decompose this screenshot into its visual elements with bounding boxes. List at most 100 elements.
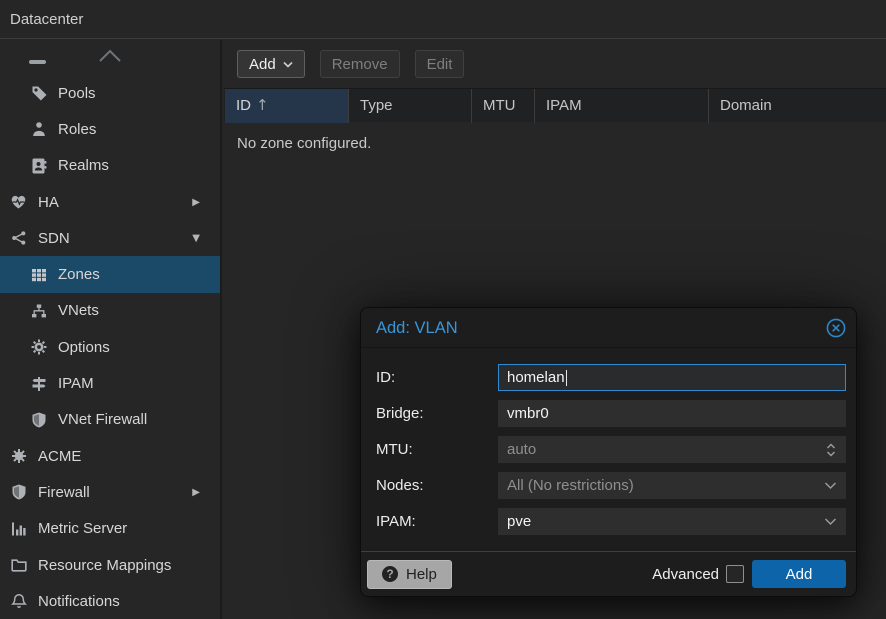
sidebar-item-label: ACME <box>38 448 81 465</box>
page-title: Datacenter <box>10 11 83 28</box>
dialog-body: ID: homelan Bridge: vmbr0 MTU: auto Node… <box>376 348 846 535</box>
remove-button[interactable]: Remove <box>320 50 400 78</box>
sidebar-item-label: HA <box>38 194 59 211</box>
bell-icon <box>10 593 27 610</box>
sidebar-item-resource-mappings[interactable]: Resource Mappings <box>0 547 220 583</box>
form-row-bridge: Bridge: vmbr0 <box>376 400 846 427</box>
sidebar-item-label: Zones <box>58 266 100 283</box>
edit-button[interactable]: Edit <box>415 50 465 78</box>
help-button[interactable]: ? Help <box>367 560 452 589</box>
edit-button-label: Edit <box>427 56 453 73</box>
column-label: IPAM <box>546 97 582 114</box>
spinner-up-down-icon[interactable] <box>825 442 837 458</box>
sidebar-item-label: Pools <box>58 85 96 102</box>
chevron-down-icon <box>283 61 293 68</box>
text-cursor <box>566 370 567 386</box>
sidebar-item-ipam[interactable]: IPAM <box>0 365 220 401</box>
sidebar-item-roles[interactable]: Roles <box>0 111 220 147</box>
chevron-right-icon[interactable]: ▶ <box>192 487 200 498</box>
map-signs-icon <box>30 375 47 392</box>
add-button[interactable]: Add <box>237 50 305 78</box>
shield-icon <box>10 484 27 501</box>
sidebar-item-label: Metric Server <box>38 520 127 537</box>
help-button-label: Help <box>406 566 437 583</box>
chevron-down-icon[interactable] <box>824 517 837 526</box>
column-header-ipam[interactable]: IPAM <box>535 89 709 123</box>
address-book-icon <box>30 157 47 174</box>
sidebar-item-vnet-firewall[interactable]: VNet Firewall <box>0 402 220 438</box>
advanced-checkbox[interactable] <box>726 565 744 583</box>
sidebar-item-zones[interactable]: Zones <box>0 256 220 292</box>
sidebar-item-label: SDN <box>38 230 70 247</box>
remove-button-label: Remove <box>332 56 388 73</box>
share-nodes-icon <box>10 230 27 247</box>
column-label: Type <box>360 97 393 114</box>
panel-header: Datacenter <box>0 0 886 39</box>
ipam-select[interactable]: pve <box>498 508 846 535</box>
bridge-field-label: Bridge: <box>376 405 498 422</box>
sidebar-item-options[interactable]: Options <box>0 329 220 365</box>
form-row-ipam: IPAM: pve <box>376 508 846 535</box>
ipam-field-label: IPAM: <box>376 513 498 530</box>
column-header-domain[interactable]: Domain <box>709 89 886 123</box>
form-row-mtu: MTU: auto <box>376 436 846 463</box>
sidebar-item-vnets[interactable]: VNets <box>0 293 220 329</box>
sort-asc-icon: ↑ <box>256 96 269 114</box>
chevron-down-icon[interactable] <box>824 481 837 490</box>
close-icon[interactable] <box>826 318 846 338</box>
nodes-select[interactable]: All (No restrictions) <box>498 472 846 499</box>
sidebar-item-realms[interactable]: Realms <box>0 148 220 184</box>
user-icon <box>30 121 47 138</box>
dialog-add-button[interactable]: Add <box>752 560 846 588</box>
heartbeat-icon <box>10 194 27 211</box>
nodes-field-label: Nodes: <box>376 477 498 494</box>
sidebar-item-sdn[interactable]: SDN ▼ <box>0 220 220 256</box>
sidebar-item-metric-server[interactable]: Metric Server <box>0 511 220 547</box>
mtu-spinner[interactable]: auto <box>498 436 846 463</box>
add-vlan-dialog: Add: VLAN ID: homelan Bridge: vmbr0 MTU:… <box>360 307 857 597</box>
sidebar-item-firewall[interactable]: Firewall ▶ <box>0 474 220 510</box>
column-label: Domain <box>720 97 772 114</box>
table-header: ID ↑ Type MTU IPAM Domain <box>224 88 886 122</box>
sidebar-item-ha[interactable]: HA ▶ <box>0 184 220 220</box>
id-field-label: ID: <box>376 369 498 386</box>
sidebar-item-label: VNets <box>58 302 99 319</box>
sidebar-item-acme[interactable]: ACME <box>0 438 220 474</box>
sidebar-tree: Pools Roles Realms HA ▶ SDN <box>0 75 220 619</box>
sidebar-item-pools[interactable]: Pools <box>0 75 220 111</box>
column-label: ID <box>236 97 251 114</box>
scroll-up-icon[interactable] <box>96 48 124 64</box>
mtu-field-label: MTU: <box>376 441 498 458</box>
column-label: MTU <box>483 97 516 114</box>
column-header-type[interactable]: Type <box>349 89 472 123</box>
sidebar-item-label: Firewall <box>38 484 90 501</box>
chevron-down-icon[interactable]: ▼ <box>192 233 200 244</box>
mtu-placeholder: auto <box>507 441 536 458</box>
column-header-id[interactable]: ID ↑ <box>225 89 349 123</box>
empty-grid-message: No zone configured. <box>224 122 886 152</box>
dialog-add-button-label: Add <box>786 566 813 583</box>
advanced-label: Advanced <box>652 566 719 583</box>
gear-icon <box>30 339 47 356</box>
dialog-title: Add: VLAN <box>361 308 856 348</box>
sidebar: Pools Roles Realms HA ▶ SDN <box>0 40 222 619</box>
bridge-input-value: vmbr0 <box>507 405 549 422</box>
add-button-label: Add <box>249 56 276 73</box>
sitemap-icon <box>30 302 47 319</box>
shield-icon <box>30 411 47 428</box>
sidebar-item-label: Roles <box>58 121 96 138</box>
certificate-icon <box>10 448 27 465</box>
column-header-mtu[interactable]: MTU <box>472 89 535 123</box>
bridge-input[interactable]: vmbr0 <box>498 400 846 427</box>
grid-icon <box>30 266 47 283</box>
chevron-right-icon[interactable]: ▶ <box>192 197 200 208</box>
dialog-footer: ? Help Advanced Add <box>361 551 856 596</box>
tag-icon <box>30 85 47 102</box>
id-input[interactable]: homelan <box>498 364 846 391</box>
folder-icon <box>10 557 27 574</box>
form-row-id: ID: homelan <box>376 364 846 391</box>
sidebar-item-notifications[interactable]: Notifications <box>0 583 220 619</box>
ipam-select-value: pve <box>507 513 531 530</box>
question-circle-icon: ? <box>382 566 398 582</box>
bar-chart-icon <box>10 520 27 537</box>
